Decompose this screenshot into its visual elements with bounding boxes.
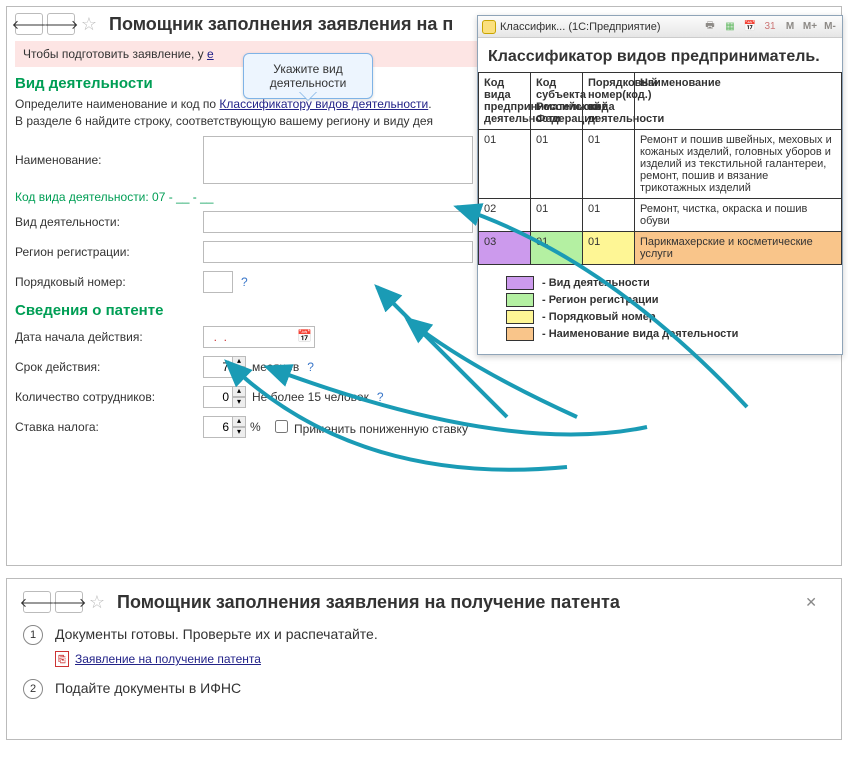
nav-forward-button[interactable]: 🡒 (55, 591, 83, 613)
ordinal-input[interactable] (203, 271, 233, 293)
emp-spin-down[interactable]: ▾ (232, 397, 246, 408)
nav-forward-button[interactable]: 🡒 (47, 13, 75, 35)
activity-type-input[interactable] (203, 211, 473, 233)
label-rate: Ставка налога: (15, 420, 203, 434)
employees-input[interactable] (203, 386, 233, 408)
step-1-text: Документы готовы. Проверьте их и распеча… (55, 625, 378, 642)
label-name: Наименование: (15, 153, 203, 167)
reduced-rate-checkbox[interactable] (275, 420, 288, 433)
app-1c-icon (482, 20, 496, 34)
classifier-table: Код вида предпринимательской деятельност… (478, 72, 842, 265)
emp-spin-up[interactable]: ▴ (232, 386, 246, 397)
th-code-activity: Код вида предпринимательской деятельност… (479, 73, 531, 130)
table-row[interactable]: 02 01 01 Ремонт, чистка, окраска и пошив… (479, 199, 842, 232)
page-title: Помощник заполнения заявления на получен… (111, 592, 620, 613)
term-spin-up[interactable]: ▴ (232, 356, 246, 367)
legend-swatch-activity (506, 276, 534, 290)
toolbar-m-minus[interactable]: M- (822, 21, 838, 32)
legend-swatch-region (506, 293, 534, 307)
table-row[interactable]: 01 01 01 Ремонт и пошив швейных, меховых… (479, 130, 842, 199)
classifier-window-title: Классифик... (1С:Предприятие) (500, 21, 661, 33)
name-textarea[interactable] (203, 136, 473, 184)
calendar-icon[interactable]: 📅 (297, 329, 312, 343)
step-2-text: Подайте документы в ИФНС (55, 679, 241, 696)
help-icon[interactable]: ? (307, 360, 314, 374)
rate-input[interactable] (203, 416, 233, 438)
th-code-ordinal: Порядковый номер(код.) вида деятельности (583, 73, 635, 130)
term-input[interactable] (203, 356, 233, 378)
th-name: Наименование (635, 73, 842, 130)
toolbar-grid-icon[interactable]: ▦ (722, 21, 738, 32)
classifier-window: Классифик... (1С:Предприятие) 🖶 ▦ 📅 31 M… (477, 15, 843, 355)
classifier-heading: Классификатор видов предприниматель. (478, 38, 842, 72)
rate-spin-down[interactable]: ▾ (232, 427, 246, 438)
employees-hint: Не более 15 человек (252, 390, 369, 404)
step-2-badge: 2 (23, 679, 43, 699)
page-title: Помощник заполнения заявления на п (103, 14, 453, 35)
legend-swatch-name (506, 327, 534, 341)
term-spin-down[interactable]: ▾ (232, 367, 246, 378)
toolbar-cal-icon[interactable]: 📅 (742, 21, 758, 32)
label-employees: Количество сотрудников: (15, 390, 203, 404)
nav-back-button[interactable]: 🡐 (15, 13, 43, 35)
close-icon[interactable]: ✕ (805, 594, 817, 611)
favorite-star-icon[interactable]: ☆ (87, 592, 107, 612)
rate-pct: % (250, 420, 261, 434)
label-activity-type: Вид деятельности: (15, 215, 203, 229)
label-term: Срок действия: (15, 360, 203, 374)
label-region: Регион регистрации: (15, 245, 203, 259)
toolbar-m[interactable]: M (782, 21, 798, 32)
reduced-rate-label: Применить пониженную ставку (294, 422, 468, 436)
legend: - Вид деятельности - Регион регистрации … (478, 265, 842, 354)
term-suffix: месяцев (252, 360, 299, 374)
help-icon[interactable]: ? (241, 275, 248, 289)
label-start-date: Дата начала действия: (15, 330, 203, 344)
rate-spin-up[interactable]: ▴ (232, 416, 246, 427)
region-input[interactable] (203, 241, 473, 263)
table-row[interactable]: 03 01 01 Парикмахерские и косметические … (479, 232, 842, 265)
toolbar-m-plus[interactable]: M+ (802, 21, 818, 32)
toolbar-print-icon[interactable]: 🖶 (702, 18, 718, 35)
classifier-link[interactable]: Классификатору видов деятельности (219, 97, 428, 111)
legend-swatch-ordinal (506, 310, 534, 324)
help-icon[interactable]: ? (377, 390, 384, 404)
pdf-icon: ⎘ (55, 651, 69, 667)
step-1-badge: 1 (23, 625, 43, 645)
favorite-star-icon[interactable]: ☆ (79, 14, 99, 34)
warning-link[interactable]: е (207, 47, 214, 61)
nav-back-button[interactable]: 🡐 (23, 591, 51, 613)
th-code-subject: Код субъекта Российской Федерации (531, 73, 583, 130)
patent-application-link[interactable]: Заявление на получение патента (75, 652, 261, 666)
label-ordinal: Порядковый номер: (15, 275, 203, 289)
toolbar-31-icon[interactable]: 31 (762, 21, 778, 32)
hint-callout: Укажите вид деятельности (243, 53, 373, 99)
